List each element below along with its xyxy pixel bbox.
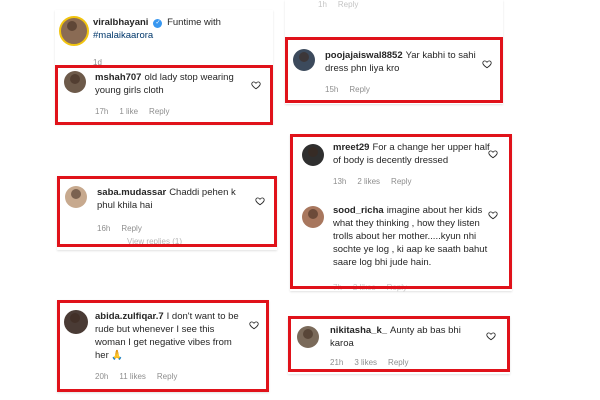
- comment-time: 15h: [325, 85, 339, 94]
- comment-time: 13h: [333, 177, 347, 186]
- avatar[interactable]: [64, 310, 88, 334]
- comment-likes[interactable]: 2 likes: [357, 177, 380, 186]
- avatar[interactable]: [297, 326, 319, 348]
- verified-badge-icon: ✓: [153, 19, 163, 28]
- comment-likes[interactable]: 11 likes: [119, 372, 146, 381]
- comment-meta: 7h 2 likes Reply: [333, 283, 418, 292]
- reply-link[interactable]: Reply: [388, 358, 408, 367]
- comment-text: sood_richa imagine about her kids what th…: [333, 205, 488, 268]
- comment-time: 7h: [333, 283, 342, 292]
- comment-text: mshah707 old lady stop wearing young girl…: [95, 72, 234, 96]
- avatar[interactable]: [293, 49, 315, 71]
- avatar[interactable]: [65, 186, 87, 208]
- comment-text: nikitasha_k_ Aunty ab bas bhi karoa: [330, 325, 461, 349]
- comment-username[interactable]: sood_richa: [333, 205, 384, 216]
- caption-prefix: Funtime with: [167, 17, 221, 28]
- reply-link[interactable]: Reply: [387, 283, 407, 292]
- reply-link[interactable]: Reply: [391, 177, 411, 186]
- comment-username[interactable]: saba.mudassar: [97, 187, 166, 198]
- comment-sood-richa: sood_richa imagine about her kids what th…: [290, 198, 512, 293]
- comment-username[interactable]: mreet29: [333, 142, 369, 153]
- comment-meta: 13h 2 likes Reply: [333, 177, 423, 186]
- caption-mention[interactable]: #malaikaarora: [93, 30, 153, 41]
- comment-meta: 21h 3 likes Reply: [330, 358, 420, 367]
- reply-link[interactable]: Reply: [121, 224, 141, 233]
- reply-link[interactable]: Reply: [157, 372, 177, 381]
- comment-time: 21h: [330, 358, 344, 367]
- avatar[interactable]: [64, 71, 86, 93]
- comment-time: 20h: [95, 372, 109, 381]
- reply-link[interactable]: Reply: [149, 107, 169, 116]
- comment-meta: 20h 11 likes Reply: [95, 372, 188, 381]
- comment-meta: 16h Reply: [97, 224, 153, 233]
- like-heart-icon[interactable]: [251, 80, 261, 90]
- comment-mreet29: mreet29 For a change her upper half of bo…: [290, 134, 512, 194]
- like-heart-icon[interactable]: [488, 149, 498, 159]
- comment-text: mreet29 For a change her upper half of bo…: [333, 142, 490, 166]
- comment-text: poojajaiswal8852 Yar kabhi to sahi dress …: [325, 50, 476, 74]
- comment-time: 17h: [95, 107, 109, 116]
- avatar[interactable]: [302, 144, 324, 166]
- view-replies-link[interactable]: View replies (1): [127, 237, 182, 246]
- comment-likes[interactable]: 2 likes: [353, 283, 376, 292]
- comment-nikitasha: nikitasha_k_ Aunty ab bas bhi karoa 21h 3 …: [288, 316, 510, 374]
- post-author-username[interactable]: viralbhayani: [93, 17, 148, 28]
- like-heart-icon[interactable]: [482, 59, 492, 69]
- comment-likes[interactable]: 3 likes: [354, 358, 377, 367]
- partial-comment-meta: 1h Reply: [318, 0, 359, 9]
- post-author-avatar[interactable]: [59, 16, 89, 46]
- comment-text: saba.mudassar Chaddi pehen k phul khila h…: [97, 187, 236, 211]
- comment-mshah707: mshah707 old lady stop wearing young girl…: [55, 65, 273, 125]
- reply-link[interactable]: Reply: [349, 85, 369, 94]
- post-caption: viralbhayani ✓ Funtime with #malaikaarora: [93, 16, 268, 42]
- comment-time: 16h: [97, 224, 111, 233]
- comment-likes[interactable]: 1 like: [119, 107, 138, 116]
- comment-username[interactable]: abida.zulfiqar.7: [95, 311, 164, 322]
- comment-username[interactable]: mshah707: [95, 72, 141, 83]
- like-heart-icon[interactable]: [486, 331, 496, 341]
- comment-abida-zulfiqar: abida.zulfiqar.7 I don't want to be rude …: [57, 300, 269, 392]
- comment-meta: 15h Reply: [325, 85, 381, 94]
- comment-poojajaiswal8852: poojajaiswal8852 Yar kabhi to sahi dress …: [285, 37, 503, 103]
- comment-username[interactable]: poojajaiswal8852: [325, 50, 403, 61]
- comment-username[interactable]: nikitasha_k_: [330, 325, 387, 336]
- like-heart-icon[interactable]: [255, 196, 265, 206]
- like-heart-icon[interactable]: [249, 320, 259, 330]
- comment-text: abida.zulfiqar.7 I don't want to be rude …: [95, 311, 239, 361]
- avatar[interactable]: [302, 206, 324, 228]
- like-heart-icon[interactable]: [488, 210, 498, 220]
- comment-meta: 17h 1 like Reply: [95, 107, 181, 116]
- comment-saba-mudassar: saba.mudassar Chaddi pehen k phul khila h…: [57, 176, 277, 250]
